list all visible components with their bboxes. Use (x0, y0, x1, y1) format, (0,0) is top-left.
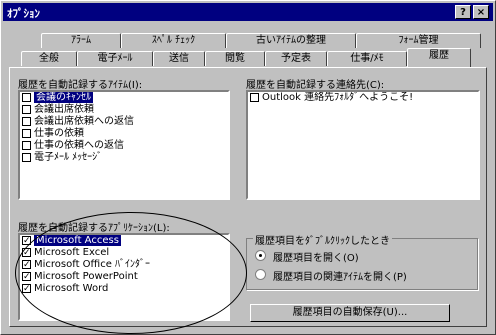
title-bar: ｵﾌﾟｼｮﾝ ? × (3, 3, 493, 21)
radio-open-item[interactable]: 履歴項目の関連ｱｲﾃﾑを開く(P) (255, 268, 471, 283)
tab-tasks[interactable]: 仕事/ﾒﾓ (327, 51, 407, 66)
checkbox[interactable]: ✓ (22, 260, 31, 270)
apps-list[interactable]: ✓ Microsoft Access ✓ Microsoft Excel ✓ Micr… (18, 233, 230, 321)
apps-section-label: 履歴を自動記録するｱﾌﾟﾘｹｰｼｮﾝ(L): (18, 223, 170, 234)
help-button[interactable]: ? (455, 5, 471, 19)
options-dialog: ｵﾌﾟｼｮﾝ ? × ｱﾗｰﾑ ｽﾍﾟﾙ ﾁｪｯｸ 古いｱｲﾃﾑの整理 ﾌｫｰﾑ… (0, 0, 496, 335)
tab-form-manage[interactable]: ﾌｫｰﾑ管理 (356, 33, 481, 48)
radio-open-entry[interactable]: 履歴項目を開く(O) (255, 249, 471, 264)
tab-read[interactable]: 閲覧 (205, 51, 265, 66)
checkbox[interactable] (22, 129, 31, 138)
checkbox[interactable] (22, 117, 31, 126)
list-item[interactable]: 仕事の依頼への返信 (20, 140, 228, 152)
checkbox[interactable]: ✓ (22, 236, 31, 246)
tab-spell-check[interactable]: ｽﾍﾟﾙ ﾁｪｯｸ (121, 33, 226, 48)
window-title: ｵﾌﾟｼｮﾝ (7, 7, 40, 20)
tab-row-front: 全般 電子ﾒｰﾙ 送信 閲覧 予定表 仕事/ﾒﾓ 履歴 (9, 48, 489, 67)
journal-panel: 履歴を自動記録するｱｲﾃﾑ(I): 会議のｷｬﾝｾﾙ 会議出席依頼 会議出席依頼… (9, 67, 487, 327)
checkbox[interactable] (22, 93, 31, 102)
tab-row-back: ｱﾗｰﾑ ｽﾍﾟﾙ ﾁｪｯｸ 古いｱｲﾃﾑの整理 ﾌｫｰﾑ管理 (41, 33, 481, 49)
list-item[interactable]: ✓ Microsoft Access (20, 235, 228, 247)
tab-email[interactable]: 電子ﾒｰﾙ (77, 51, 153, 66)
items-list[interactable]: 会議のｷｬﾝｾﾙ 会議出席依頼 会議出席依頼への返信 仕事の依頼 仕事の依頼への… (18, 90, 230, 200)
tab-old-items[interactable]: 古いｱｲﾃﾑの整理 (226, 33, 356, 48)
checkbox[interactable] (250, 93, 259, 102)
tab-send[interactable]: 送信 (153, 51, 205, 66)
list-item[interactable]: ✓ Microsoft Office ﾊﾞｲﾝﾀﾞｰ (20, 259, 228, 271)
checkbox[interactable] (22, 105, 31, 114)
radio-button[interactable] (255, 250, 266, 261)
contacts-section-label: 履歴を自動記録する連絡先(C): (246, 80, 385, 91)
dblclick-group-title: 履歴項目をﾀﾞﾌﾞﾙｸﾘｯｸしたとき (253, 232, 392, 247)
list-item[interactable]: 会議のｷｬﾝｾﾙ (20, 92, 228, 104)
radio-button[interactable] (255, 269, 266, 280)
list-item[interactable]: 仕事の依頼 (20, 128, 228, 140)
list-item[interactable]: Outlook 連絡先ﾌｫﾙﾀﾞへようこそ! (248, 92, 478, 104)
contacts-list[interactable]: Outlook 連絡先ﾌｫﾙﾀﾞへようこそ! (246, 90, 480, 200)
tab-journal[interactable]: 履歴 (407, 48, 471, 67)
checkbox[interactable] (22, 141, 31, 150)
list-item[interactable]: 会議出席依頼への返信 (20, 116, 228, 128)
list-item[interactable]: ✓ Microsoft PowerPoint (20, 271, 228, 283)
checkbox[interactable]: ✓ (22, 248, 31, 258)
list-item[interactable]: ✓ Microsoft Word (20, 283, 228, 295)
items-section-label: 履歴を自動記録するｱｲﾃﾑ(I): (18, 80, 143, 91)
checkbox[interactable]: ✓ (22, 272, 31, 282)
checkbox[interactable]: ✓ (22, 284, 31, 294)
tab-general[interactable]: 全般 (21, 51, 77, 66)
autoarchive-button[interactable]: 履歴項目の自動保存(U)... (250, 304, 450, 322)
list-item[interactable]: ✓ Microsoft Excel (20, 247, 228, 259)
list-item[interactable]: 会議出席依頼 (20, 104, 228, 116)
list-item[interactable]: 電子ﾒｰﾙ ﾒｯｾｰｼﾞ (20, 152, 228, 164)
checkbox[interactable] (22, 153, 31, 162)
dblclick-groupbox: 履歴項目をﾀﾞﾌﾞﾙｸﾘｯｸしたとき 履歴項目を開く(O) 履歴項目の関連ｱｲﾃ… (246, 232, 478, 290)
close-button[interactable]: × (473, 5, 489, 19)
tab-alarm[interactable]: ｱﾗｰﾑ (41, 33, 121, 48)
tab-calendar[interactable]: 予定表 (265, 51, 327, 66)
